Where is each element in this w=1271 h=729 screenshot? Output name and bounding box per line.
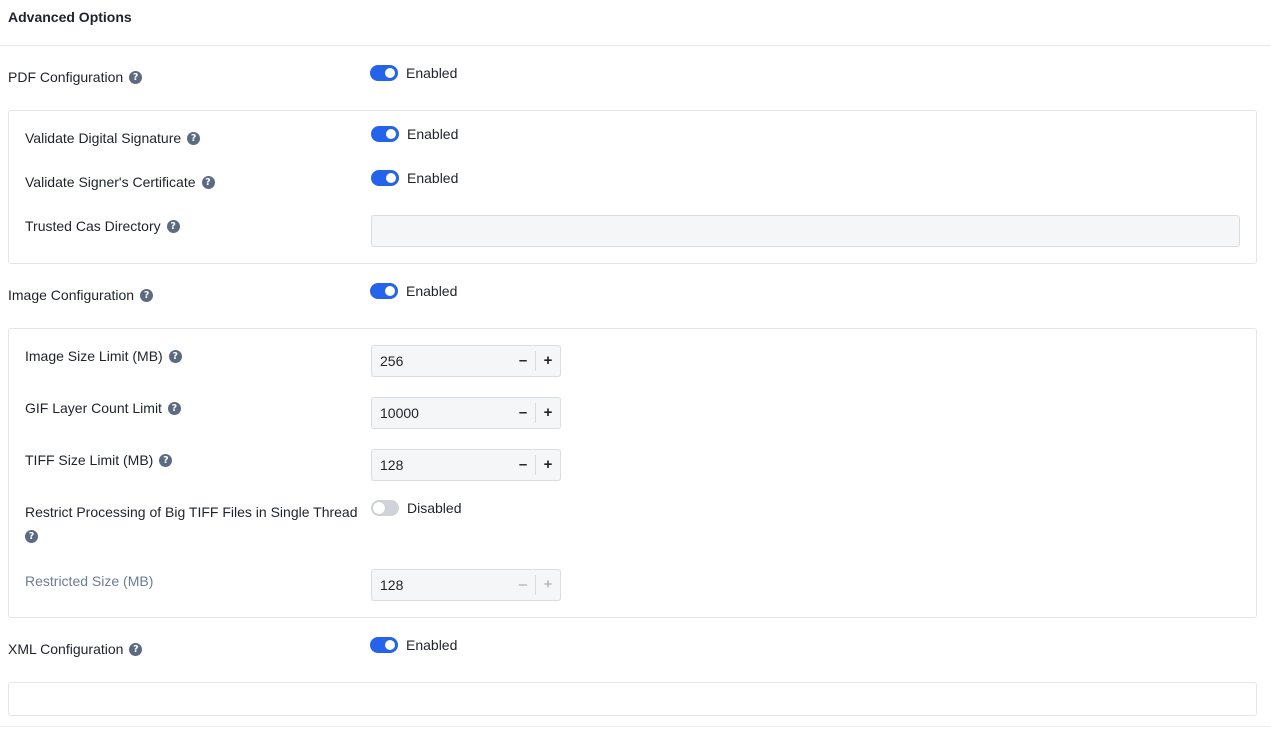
big-tiff-toggle-group: Disabled	[371, 500, 461, 516]
toggle-knob	[386, 173, 396, 183]
decrement-button[interactable]: –	[511, 403, 535, 423]
image-size-limit-label: Image Size Limit (MB) ?	[25, 348, 182, 364]
image-size-limit-label-text: Image Size Limit (MB)	[25, 348, 163, 364]
help-icon[interactable]: ?	[129, 70, 143, 84]
increment-button[interactable]: +	[536, 351, 560, 371]
xml-config-status: Enabled	[406, 637, 458, 653]
divider	[0, 726, 1271, 727]
image-options-panel	[8, 328, 1257, 618]
validate-signature-toggle[interactable]	[371, 126, 399, 142]
validate-signature-label: Validate Digital Signature ?	[25, 130, 201, 146]
tiff-size-limit-label-text: TIFF Size Limit (MB)	[25, 452, 154, 468]
toggle-knob	[373, 502, 385, 514]
toggle-knob	[385, 286, 395, 296]
trusted-cas-input[interactable]	[371, 215, 1240, 247]
trusted-cas-label-text: Trusted Cas Directory	[25, 218, 161, 234]
increment-button[interactable]: +	[536, 455, 560, 475]
help-icon[interactable]: ?	[129, 642, 143, 656]
pdf-config-label: PDF Configuration ?	[8, 69, 143, 85]
image-config-label: Image Configuration ?	[8, 287, 154, 303]
validate-signature-label-text: Validate Digital Signature	[25, 130, 182, 146]
xml-config-toggle-group: Enabled	[370, 637, 457, 653]
big-tiff-label-text: Restrict Processing of Big TIFF Files in…	[25, 504, 358, 520]
stepper-value[interactable]: 10000	[380, 405, 419, 421]
image-size-limit-stepper[interactable]: 256 – +	[371, 345, 561, 377]
pdf-config-toggle-group: Enabled	[370, 65, 457, 81]
decrement-button[interactable]: –	[511, 575, 535, 595]
section-header: Advanced Options	[0, 0, 1271, 46]
stepper-value[interactable]: 128	[380, 457, 403, 473]
pdf-config-label-text: PDF Configuration	[8, 69, 124, 85]
help-icon[interactable]: ?	[166, 219, 180, 233]
pdf-config-toggle[interactable]	[370, 65, 398, 81]
restricted-size-label: Restricted Size (MB)	[25, 573, 153, 589]
xml-options-panel	[8, 682, 1257, 716]
help-icon[interactable]: ?	[25, 530, 38, 543]
page-title: Advanced Options	[8, 9, 132, 25]
image-config-toggle-group: Enabled	[370, 283, 457, 299]
validate-certificate-label-text: Validate Signer's Certificate	[25, 174, 196, 190]
restricted-size-label-text: Restricted Size (MB)	[25, 573, 154, 589]
trusted-cas-label: Trusted Cas Directory ?	[25, 218, 180, 234]
help-icon[interactable]: ?	[201, 175, 215, 189]
stepper-value[interactable]: 256	[380, 353, 403, 369]
toggle-knob	[385, 640, 395, 650]
help-icon[interactable]: ?	[159, 453, 173, 467]
image-config-status: Enabled	[406, 283, 458, 299]
validate-signature-status: Enabled	[407, 126, 459, 142]
stepper-value[interactable]: 128	[380, 577, 403, 593]
gif-layer-limit-stepper[interactable]: 10000 – +	[371, 397, 561, 429]
help-icon[interactable]: ?	[168, 349, 182, 363]
decrement-button[interactable]: –	[511, 455, 535, 475]
validate-certificate-label: Validate Signer's Certificate ?	[25, 174, 215, 190]
big-tiff-label: Restrict Processing of Big TIFF Files in…	[25, 504, 365, 543]
toggle-knob	[386, 129, 396, 139]
validate-certificate-toggle[interactable]	[371, 170, 399, 186]
gif-layer-limit-label-text: GIF Layer Count Limit	[25, 400, 162, 416]
increment-button[interactable]: +	[536, 575, 560, 595]
tiff-size-limit-label: TIFF Size Limit (MB) ?	[25, 452, 173, 468]
tiff-size-limit-stepper[interactable]: 128 – +	[371, 449, 561, 481]
image-config-label-text: Image Configuration	[8, 287, 135, 303]
help-icon[interactable]: ?	[167, 401, 181, 415]
increment-button[interactable]: +	[536, 403, 560, 423]
validate-certificate-status: Enabled	[407, 170, 459, 186]
validate-signature-toggle-group: Enabled	[371, 126, 458, 142]
restricted-size-stepper[interactable]: 128 – +	[371, 569, 561, 601]
toggle-knob	[385, 68, 395, 78]
image-config-toggle[interactable]	[370, 283, 398, 299]
decrement-button[interactable]: –	[511, 351, 535, 371]
validate-certificate-toggle-group: Enabled	[371, 170, 458, 186]
pdf-config-status: Enabled	[406, 65, 458, 81]
big-tiff-help-row: ?	[19, 526, 365, 543]
xml-config-label: XML Configuration ?	[8, 641, 143, 657]
gif-layer-limit-label: GIF Layer Count Limit ?	[25, 400, 181, 416]
big-tiff-status: Disabled	[407, 500, 462, 516]
xml-config-label-text: XML Configuration	[8, 641, 124, 657]
big-tiff-toggle[interactable]	[371, 500, 399, 516]
xml-config-toggle[interactable]	[370, 637, 398, 653]
help-icon[interactable]: ?	[140, 288, 154, 302]
help-icon[interactable]: ?	[187, 131, 201, 145]
